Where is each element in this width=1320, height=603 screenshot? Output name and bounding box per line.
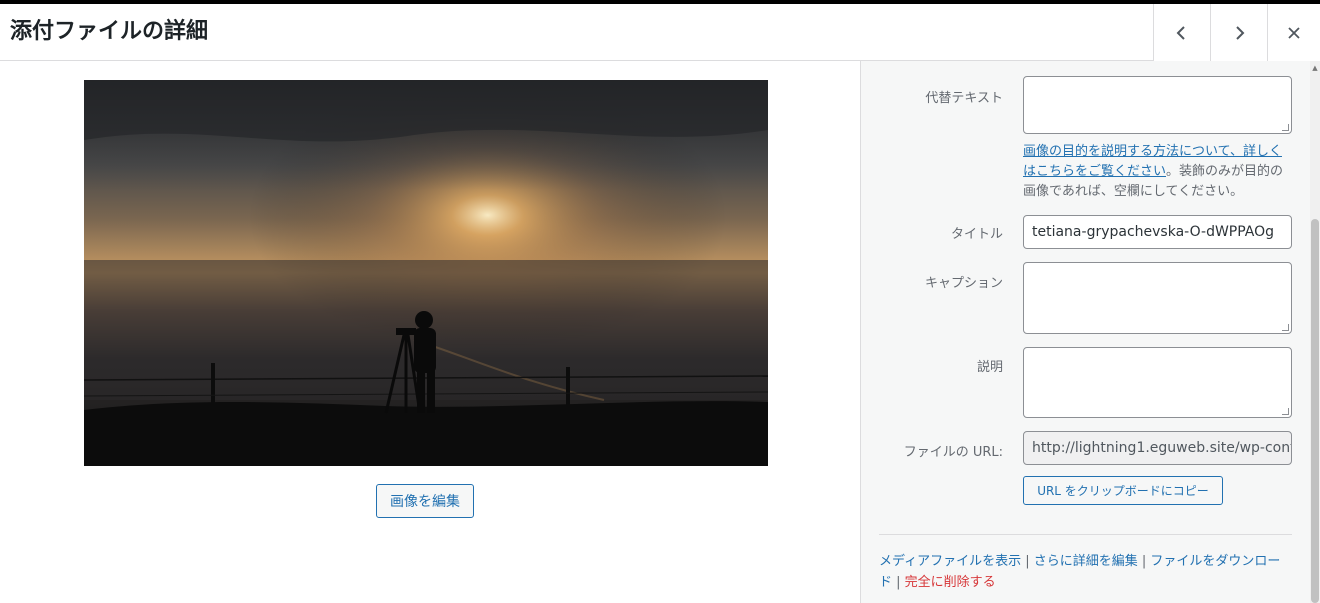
attachment-actions: メディアファイルを表示 | さらに詳細を編集 | ファイルをダウンロード | 完… xyxy=(879,551,1292,593)
caption-label: キャプション xyxy=(924,276,1003,291)
caption-field[interactable] xyxy=(1023,262,1292,334)
chevron-right-icon xyxy=(1236,25,1245,40)
title-field[interactable]: tetiana-grypachevska-O-dWPPAOg xyxy=(1023,215,1292,249)
description-label: 説明 xyxy=(976,360,1003,375)
close-button[interactable] xyxy=(1267,4,1320,61)
delete-permanently-link[interactable]: 完全に削除する xyxy=(905,575,996,590)
alt-text-field[interactable] xyxy=(1023,76,1292,134)
action-separator: | xyxy=(1021,554,1034,569)
chevron-left-icon xyxy=(1176,25,1185,40)
close-icon xyxy=(1288,26,1300,39)
scroll-up-icon[interactable]: ▲ xyxy=(1310,63,1320,73)
scrollbar-thumb[interactable] xyxy=(1311,219,1319,603)
actions-divider xyxy=(879,534,1292,535)
edit-image-button[interactable]: 画像を編集 xyxy=(376,484,474,518)
attachment-image xyxy=(84,80,768,466)
sidebar-scrollbar[interactable]: ▲ xyxy=(1310,61,1320,603)
previous-button[interactable] xyxy=(1153,4,1210,61)
sunset-photographer-photo xyxy=(84,80,768,466)
alt-text-label: 代替テキスト xyxy=(925,91,1003,106)
view-media-link[interactable]: メディアファイルを表示 xyxy=(879,554,1021,569)
action-separator: | xyxy=(892,575,905,590)
edit-more-details-link[interactable]: さらに詳細を編集 xyxy=(1034,554,1138,569)
copy-url-button[interactable]: URL をクリップボードにコピー xyxy=(1023,476,1223,505)
file-url-field[interactable]: http://lightning1.eguweb.site/wp-content xyxy=(1023,431,1292,465)
attachment-preview-pane: 画像を編集 xyxy=(0,61,860,603)
next-button[interactable] xyxy=(1210,4,1267,61)
page-title: 添付ファイルの詳細 xyxy=(10,19,209,44)
file-url-label: ファイルの URL: xyxy=(903,445,1003,460)
description-field[interactable] xyxy=(1023,347,1292,418)
modal-header: 添付ファイルの詳細 xyxy=(0,4,1320,61)
alt-text-help: 画像の目的を説明する方法について、詳しくはこちらをご覧ください。装飾のみが目的の… xyxy=(1023,142,1289,202)
title-label: タイトル xyxy=(950,227,1003,242)
action-separator: | xyxy=(1137,554,1151,569)
attachment-details-sidebar: 代替テキスト 画像の目的を説明する方法について、詳しくはこちらをご覧ください。装… xyxy=(860,61,1320,603)
